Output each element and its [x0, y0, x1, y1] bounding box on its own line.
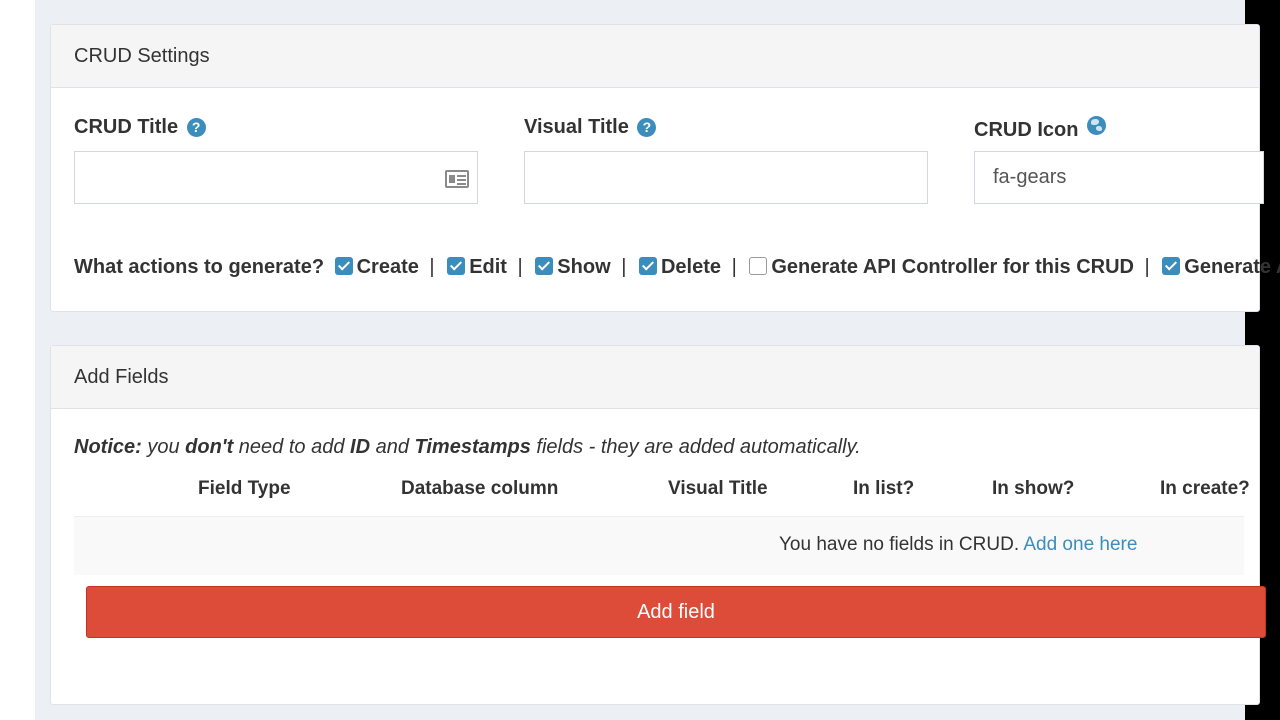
visual-title-input[interactable]	[524, 151, 928, 204]
globe-icon[interactable]	[1087, 116, 1107, 135]
show-checkbox[interactable]	[535, 257, 554, 275]
add-one-here-link[interactable]: Add one here	[1023, 534, 1137, 555]
ajax-label[interactable]: Generate AJAX	[1184, 256, 1280, 278]
empty-fields-row: You have no fields in CRUD. Add one here	[74, 516, 1244, 575]
empty-message: You have no fields in CRUD. Add one here	[779, 534, 1138, 555]
edit-checkbox[interactable]	[447, 257, 466, 275]
add-field-button[interactable]: Add field	[86, 586, 1266, 638]
notice-text: Notice: you don't need to add ID and Tim…	[74, 436, 861, 458]
create-checkbox[interactable]	[334, 257, 353, 275]
delete-checkbox[interactable]	[638, 257, 657, 275]
question-circle-icon[interactable]: ?	[637, 118, 657, 137]
show-label[interactable]: Show	[557, 256, 610, 278]
column-header-visual-title: Visual Title	[668, 478, 768, 499]
separator: |	[517, 256, 523, 278]
crud-settings-panel: CRUD Settings CRUD Title ? Visual Title …	[50, 24, 1280, 312]
separator: |	[1144, 256, 1150, 278]
column-header-in-show: In show?	[992, 478, 1075, 499]
crud-icon-label: CRUD Icon	[974, 116, 1107, 142]
api-controller-checkbox[interactable]	[749, 257, 768, 275]
separator: |	[621, 256, 627, 278]
delete-label[interactable]: Delete	[661, 256, 721, 278]
crud-title-field-wrapper	[74, 151, 478, 204]
column-header-in-list: In list?	[853, 478, 915, 499]
id-card-icon	[445, 170, 469, 188]
left-margin	[0, 0, 35, 720]
column-header-database-column: Database column	[401, 478, 559, 499]
edit-label[interactable]: Edit	[469, 256, 507, 278]
column-header-field-type: Field Type	[198, 478, 291, 499]
actions-row: What actions to generate? Create | Edit …	[74, 255, 1280, 279]
api-controller-label[interactable]: Generate API Controller for this CRUD	[771, 256, 1134, 278]
ajax-checkbox[interactable]	[1162, 257, 1181, 275]
create-label[interactable]: Create	[357, 256, 419, 278]
crud-title-label: CRUD Title ?	[74, 116, 206, 139]
crud-title-input[interactable]	[75, 152, 435, 203]
add-fields-panel: Add Fields Notice: you don't need to add…	[50, 345, 1266, 705]
column-header-in-create: In create?	[1160, 478, 1250, 499]
separator: |	[429, 256, 435, 278]
crud-icon-input[interactable]	[974, 151, 1264, 204]
crud-settings-heading: CRUD Settings	[51, 25, 1259, 88]
visual-title-label: Visual Title ?	[524, 116, 657, 139]
add-fields-heading: Add Fields	[51, 346, 1259, 409]
separator: |	[731, 256, 737, 278]
actions-label: What actions to generate?	[74, 256, 325, 278]
question-circle-icon[interactable]: ?	[186, 118, 206, 137]
